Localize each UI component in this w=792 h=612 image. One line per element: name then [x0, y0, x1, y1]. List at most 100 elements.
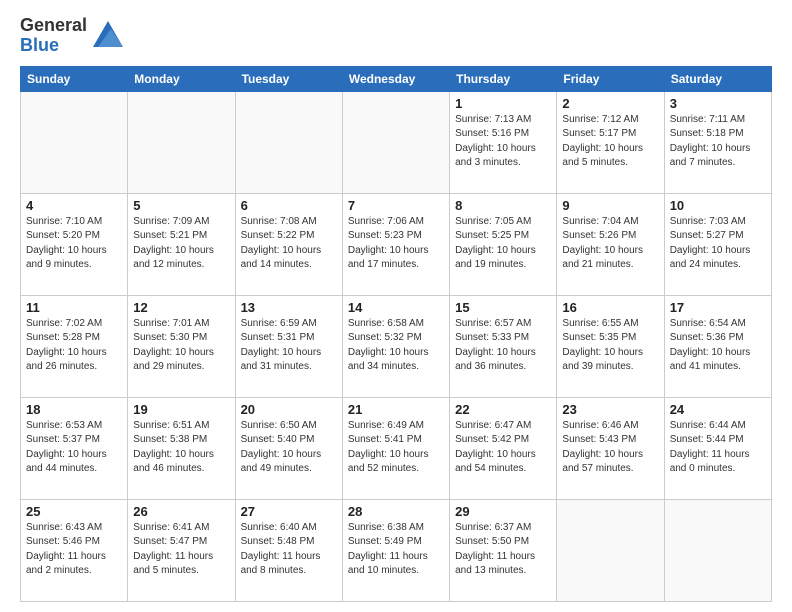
- weekday-header: Tuesday: [235, 66, 342, 91]
- day-info: Sunrise: 6:37 AM Sunset: 5:50 PM Dayligh…: [455, 521, 551, 579]
- day-number: 10: [670, 198, 766, 213]
- day-info: Sunrise: 6:40 AM Sunset: 5:48 PM Dayligh…: [241, 521, 337, 579]
- day-number: 14: [348, 300, 444, 315]
- weekday-header: Wednesday: [342, 66, 449, 91]
- day-info: Sunrise: 6:51 AM Sunset: 5:38 PM Dayligh…: [133, 419, 229, 477]
- day-number: 7: [348, 198, 444, 213]
- day-info: Sunrise: 6:38 AM Sunset: 5:49 PM Dayligh…: [348, 521, 444, 579]
- day-info: Sunrise: 6:43 AM Sunset: 5:46 PM Dayligh…: [26, 521, 122, 579]
- day-info: Sunrise: 7:02 AM Sunset: 5:28 PM Dayligh…: [26, 317, 122, 375]
- day-number: 4: [26, 198, 122, 213]
- calendar-cell: 4 Sunrise: 7:10 AM Sunset: 5:20 PM Daylig…: [21, 193, 128, 295]
- calendar-cell: [557, 499, 664, 601]
- day-info: Sunrise: 6:44 AM Sunset: 5:44 PM Dayligh…: [670, 419, 766, 477]
- calendar-cell: 29 Sunrise: 6:37 AM Sunset: 5:50 PM Dayli…: [450, 499, 557, 601]
- logo-general: General: [20, 16, 87, 36]
- calendar-cell: 7 Sunrise: 7:06 AM Sunset: 5:23 PM Daylig…: [342, 193, 449, 295]
- calendar-cell: 17 Sunrise: 6:54 AM Sunset: 5:36 PM Dayli…: [664, 295, 771, 397]
- calendar-cell: 9 Sunrise: 7:04 AM Sunset: 5:26 PM Daylig…: [557, 193, 664, 295]
- day-info: Sunrise: 7:13 AM Sunset: 5:16 PM Dayligh…: [455, 113, 551, 171]
- day-info: Sunrise: 7:10 AM Sunset: 5:20 PM Dayligh…: [26, 215, 122, 273]
- calendar-week-row: 1 Sunrise: 7:13 AM Sunset: 5:16 PM Daylig…: [21, 91, 772, 193]
- header: General Blue: [20, 16, 772, 56]
- logo-blue: Blue: [20, 36, 87, 56]
- day-number: 28: [348, 504, 444, 519]
- day-number: 20: [241, 402, 337, 417]
- weekday-header: Monday: [128, 66, 235, 91]
- calendar-cell: 19 Sunrise: 6:51 AM Sunset: 5:38 PM Dayli…: [128, 397, 235, 499]
- day-number: 22: [455, 402, 551, 417]
- day-info: Sunrise: 6:49 AM Sunset: 5:41 PM Dayligh…: [348, 419, 444, 477]
- calendar-cell: 16 Sunrise: 6:55 AM Sunset: 5:35 PM Dayli…: [557, 295, 664, 397]
- day-number: 21: [348, 402, 444, 417]
- calendar-header-row: SundayMondayTuesdayWednesdayThursdayFrid…: [21, 66, 772, 91]
- day-number: 3: [670, 96, 766, 111]
- day-number: 19: [133, 402, 229, 417]
- weekday-header: Sunday: [21, 66, 128, 91]
- calendar-cell: 5 Sunrise: 7:09 AM Sunset: 5:21 PM Daylig…: [128, 193, 235, 295]
- day-number: 26: [133, 504, 229, 519]
- calendar-week-row: 18 Sunrise: 6:53 AM Sunset: 5:37 PM Dayli…: [21, 397, 772, 499]
- calendar-cell: 21 Sunrise: 6:49 AM Sunset: 5:41 PM Dayli…: [342, 397, 449, 499]
- calendar-cell: 18 Sunrise: 6:53 AM Sunset: 5:37 PM Dayli…: [21, 397, 128, 499]
- day-info: Sunrise: 7:11 AM Sunset: 5:18 PM Dayligh…: [670, 113, 766, 171]
- calendar-cell: 2 Sunrise: 7:12 AM Sunset: 5:17 PM Daylig…: [557, 91, 664, 193]
- day-number: 5: [133, 198, 229, 213]
- calendar-cell: 11 Sunrise: 7:02 AM Sunset: 5:28 PM Dayli…: [21, 295, 128, 397]
- calendar-cell: [235, 91, 342, 193]
- logo: General Blue: [20, 16, 123, 56]
- weekday-header: Thursday: [450, 66, 557, 91]
- day-number: 6: [241, 198, 337, 213]
- weekday-header: Friday: [557, 66, 664, 91]
- day-info: Sunrise: 7:01 AM Sunset: 5:30 PM Dayligh…: [133, 317, 229, 375]
- calendar-cell: 20Sunrise: 6:50 AM Sunset: 5:40 PM Dayli…: [235, 397, 342, 499]
- calendar-cell: 3 Sunrise: 7:11 AM Sunset: 5:18 PM Daylig…: [664, 91, 771, 193]
- day-number: 1: [455, 96, 551, 111]
- calendar-cell: 6 Sunrise: 7:08 AM Sunset: 5:22 PM Daylig…: [235, 193, 342, 295]
- calendar-cell: 13Sunrise: 6:59 AM Sunset: 5:31 PM Dayli…: [235, 295, 342, 397]
- day-info: Sunrise: 6:57 AM Sunset: 5:33 PM Dayligh…: [455, 317, 551, 375]
- day-info: Sunrise: 6:54 AM Sunset: 5:36 PM Dayligh…: [670, 317, 766, 375]
- calendar-cell: [128, 91, 235, 193]
- calendar-cell: 22Sunrise: 6:47 AM Sunset: 5:42 PM Dayli…: [450, 397, 557, 499]
- day-number: 16: [562, 300, 658, 315]
- day-number: 17: [670, 300, 766, 315]
- calendar-cell: 24 Sunrise: 6:44 AM Sunset: 5:44 PM Dayli…: [664, 397, 771, 499]
- day-info: Sunrise: 6:55 AM Sunset: 5:35 PM Dayligh…: [562, 317, 658, 375]
- calendar-cell: [21, 91, 128, 193]
- day-number: 12: [133, 300, 229, 315]
- calendar-cell: 26Sunrise: 6:41 AM Sunset: 5:47 PM Dayli…: [128, 499, 235, 601]
- day-info: Sunrise: 6:53 AM Sunset: 5:37 PM Dayligh…: [26, 419, 122, 477]
- day-number: 9: [562, 198, 658, 213]
- day-number: 11: [26, 300, 122, 315]
- day-number: 18: [26, 402, 122, 417]
- day-info: Sunrise: 7:12 AM Sunset: 5:17 PM Dayligh…: [562, 113, 658, 171]
- calendar-cell: [664, 499, 771, 601]
- calendar-cell: 28 Sunrise: 6:38 AM Sunset: 5:49 PM Dayli…: [342, 499, 449, 601]
- day-info: Sunrise: 7:08 AM Sunset: 5:22 PM Dayligh…: [241, 215, 337, 273]
- page: General Blue SundayMondayTuesdayWednesda…: [0, 0, 792, 612]
- day-number: 25: [26, 504, 122, 519]
- calendar-week-row: 25 Sunrise: 6:43 AM Sunset: 5:46 PM Dayli…: [21, 499, 772, 601]
- weekday-header: Saturday: [664, 66, 771, 91]
- calendar-table: SundayMondayTuesdayWednesdayThursdayFrid…: [20, 66, 772, 602]
- calendar-week-row: 4 Sunrise: 7:10 AM Sunset: 5:20 PM Daylig…: [21, 193, 772, 295]
- calendar-week-row: 11 Sunrise: 7:02 AM Sunset: 5:28 PM Dayli…: [21, 295, 772, 397]
- day-info: Sunrise: 7:03 AM Sunset: 5:27 PM Dayligh…: [670, 215, 766, 273]
- calendar-cell: 1 Sunrise: 7:13 AM Sunset: 5:16 PM Daylig…: [450, 91, 557, 193]
- day-number: 29: [455, 504, 551, 519]
- calendar-cell: 14 Sunrise: 6:58 AM Sunset: 5:32 PM Dayli…: [342, 295, 449, 397]
- day-number: 24: [670, 402, 766, 417]
- day-info: Sunrise: 7:04 AM Sunset: 5:26 PM Dayligh…: [562, 215, 658, 273]
- day-number: 15: [455, 300, 551, 315]
- day-info: Sunrise: 7:09 AM Sunset: 5:21 PM Dayligh…: [133, 215, 229, 273]
- day-number: 2: [562, 96, 658, 111]
- day-info: Sunrise: 7:06 AM Sunset: 5:23 PM Dayligh…: [348, 215, 444, 273]
- day-info: Sunrise: 6:58 AM Sunset: 5:32 PM Dayligh…: [348, 317, 444, 375]
- calendar-cell: 15 Sunrise: 6:57 AM Sunset: 5:33 PM Dayli…: [450, 295, 557, 397]
- calendar-cell: 27Sunrise: 6:40 AM Sunset: 5:48 PM Dayli…: [235, 499, 342, 601]
- day-info: Sunrise: 7:05 AM Sunset: 5:25 PM Dayligh…: [455, 215, 551, 273]
- logo-icon: [93, 21, 123, 52]
- day-info: Sunrise: 6:59 AM Sunset: 5:31 PM Dayligh…: [241, 317, 337, 375]
- calendar-cell: 8Sunrise: 7:05 AM Sunset: 5:25 PM Daylig…: [450, 193, 557, 295]
